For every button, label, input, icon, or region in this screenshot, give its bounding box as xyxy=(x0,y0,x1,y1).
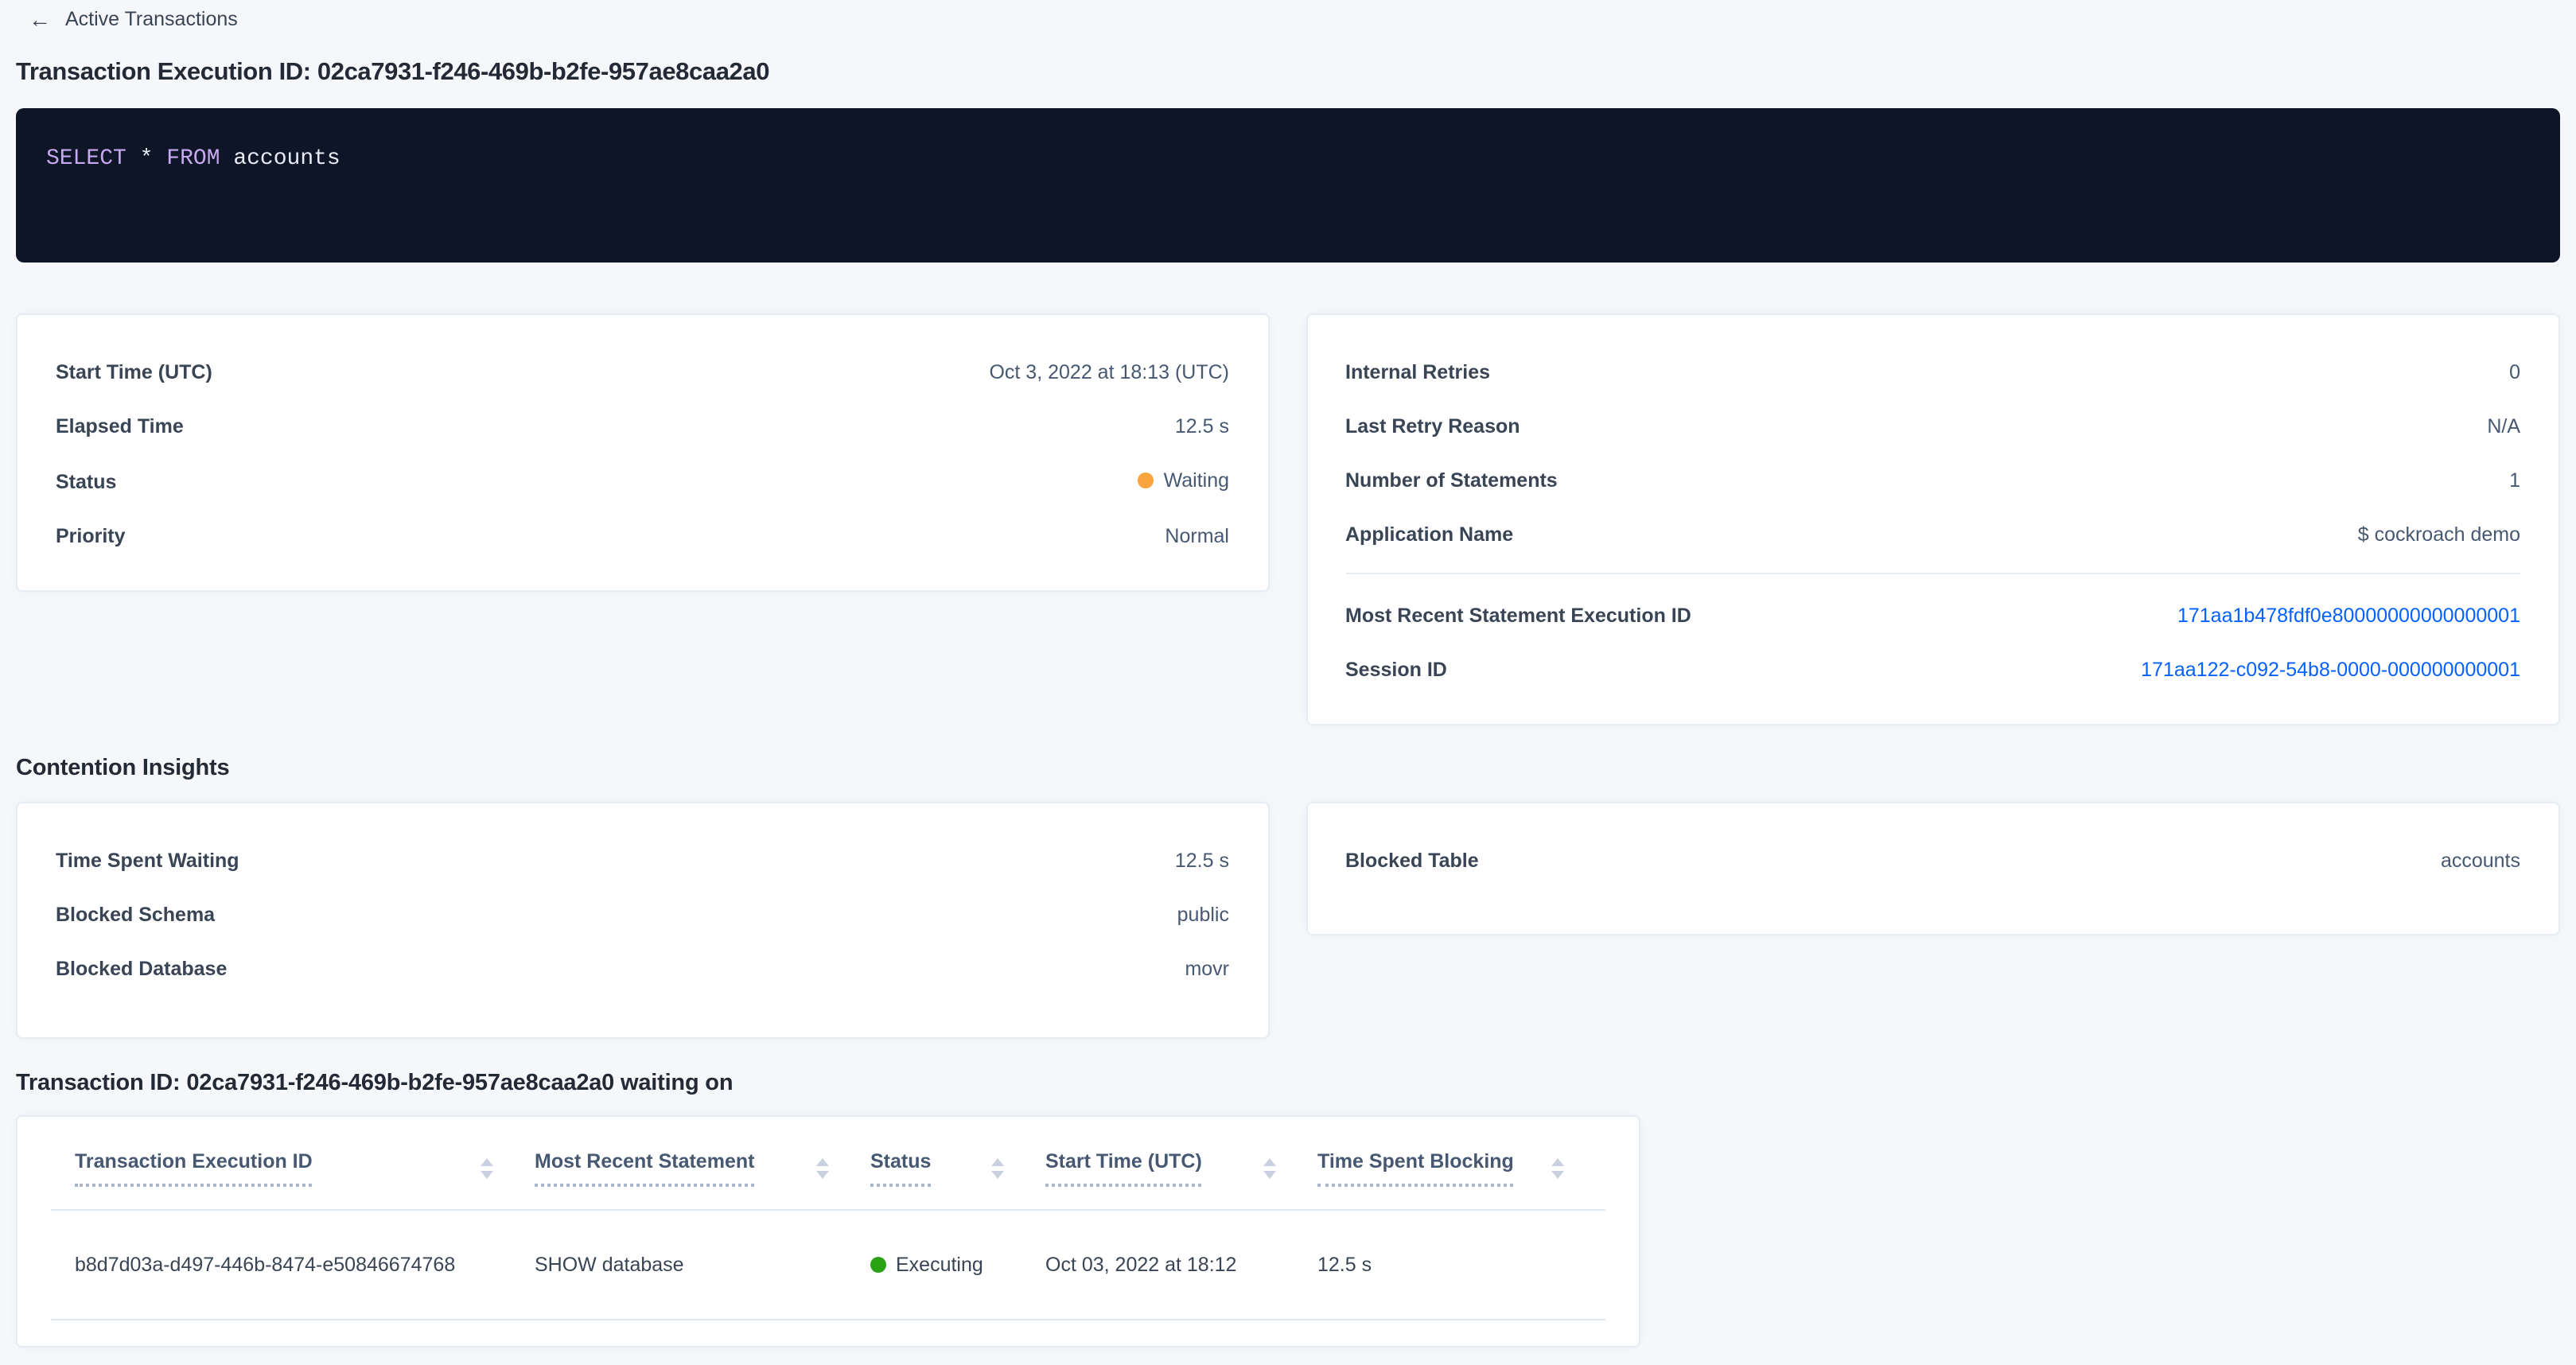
cell-time-spent-blocking: 12.5 s xyxy=(1317,1254,1605,1276)
summary-row-elapsed-time: Elapsed Time 12.5 s xyxy=(56,410,1229,442)
sort-icon[interactable] xyxy=(1263,1157,1276,1178)
sql-keyword-select: SELECT xyxy=(46,146,126,172)
statement-execution-id-link[interactable]: 171aa1b478fdf0e80000000000000001 xyxy=(2177,605,2520,627)
row-value: Oct 3, 2022 at 18:13 (UTC) xyxy=(989,356,1229,388)
sort-icon[interactable] xyxy=(816,1157,829,1178)
row-label: Priority xyxy=(56,520,126,552)
contention-card-left: Time Spent Waiting 12.5 s Blocked Schema… xyxy=(16,802,1269,1039)
status-text: Executing xyxy=(896,1253,983,1275)
row-label: Elapsed Time xyxy=(56,410,184,442)
transaction-details-page: ← Active Transactions Transaction Execut… xyxy=(0,0,2576,1365)
status-waiting-dot-icon xyxy=(1138,472,1154,488)
row-label: Status xyxy=(56,466,116,498)
column-header-transaction-execution-id[interactable]: Transaction Execution ID xyxy=(51,1149,535,1187)
row-value: $ cockroach demo xyxy=(2358,519,2520,550)
row-label: Blocked Table xyxy=(1345,845,1479,877)
row-label: Most Recent Statement Execution ID xyxy=(1345,600,1691,632)
cell-start-time: Oct 03, 2022 at 18:12 xyxy=(1045,1254,1317,1276)
summary-row-priority: Priority Normal xyxy=(56,520,1229,552)
row-label: Last Retry Reason xyxy=(1345,410,1520,442)
sort-icon[interactable] xyxy=(481,1157,493,1178)
cell-most-recent-statement: SHOW database xyxy=(535,1254,870,1276)
summary-row-application-name: Application Name $ cockroach demo xyxy=(1345,519,2520,550)
status-executing-dot-icon xyxy=(870,1256,886,1272)
row-value: 12.5 s xyxy=(1175,410,1229,442)
page-title: Transaction Execution ID: 02ca7931-f246-… xyxy=(16,57,2560,89)
column-header-most-recent-statement[interactable]: Most Recent Statement xyxy=(535,1149,870,1187)
row-label: Start Time (UTC) xyxy=(56,356,212,388)
cell-transaction-execution-id: b8d7d03a-d497-446b-8474-e50846674768 xyxy=(51,1254,535,1276)
row-value: movr xyxy=(1185,953,1229,985)
breadcrumb-back-link[interactable]: ← Active Transactions xyxy=(16,6,238,32)
table-header-row: Transaction Execution ID Most Recent Sta… xyxy=(51,1117,1605,1209)
row-label: Internal Retries xyxy=(1345,356,1490,388)
sql-table-name: accounts xyxy=(220,146,340,172)
summary-row-blocked-table: Blocked Table accounts xyxy=(1345,845,2520,877)
row-label: Blocked Database xyxy=(56,953,227,985)
row-label: Application Name xyxy=(1345,519,1513,550)
row-label: Blocked Schema xyxy=(56,899,215,931)
overview-card-left: Start Time (UTC) Oct 3, 2022 at 18:13 (U… xyxy=(16,313,1269,592)
column-header-time-spent-blocking[interactable]: Time Spent Blocking xyxy=(1317,1149,1605,1187)
column-header-status[interactable]: Status xyxy=(870,1149,1045,1187)
sort-icon[interactable] xyxy=(991,1157,1004,1178)
waiting-on-heading: Transaction ID: 02ca7931-f246-469b-b2fe-… xyxy=(16,1069,2560,1098)
row-value: 1 xyxy=(2509,465,2520,496)
cell-status: Executing xyxy=(870,1253,1045,1277)
sql-statement-box: SELECT * FROM accounts xyxy=(16,108,2560,262)
row-label: Session ID xyxy=(1345,654,1447,686)
summary-row-number-of-statements: Number of Statements 1 xyxy=(1345,465,2520,496)
row-value: N/A xyxy=(2487,410,2520,442)
summary-row-blocked-database: Blocked Database movr xyxy=(56,953,1229,985)
row-label: Time Spent Waiting xyxy=(56,845,239,877)
back-arrow-icon: ← xyxy=(29,8,51,30)
row-value: public xyxy=(1177,899,1229,931)
row-value: Normal xyxy=(1165,520,1229,552)
contention-cards-row: Time Spent Waiting 12.5 s Blocked Schema… xyxy=(16,802,2560,1039)
row-value: 12.5 s xyxy=(1175,845,1229,877)
sql-keyword-from: FROM xyxy=(166,146,220,172)
summary-row-internal-retries: Internal Retries 0 xyxy=(1345,356,2520,388)
row-label: Number of Statements xyxy=(1345,465,1558,496)
overview-cards-row: Start Time (UTC) Oct 3, 2022 at 18:13 (U… xyxy=(16,313,2560,725)
breadcrumb-label: Active Transactions xyxy=(65,6,238,32)
contention-card-right: Blocked Table accounts xyxy=(1306,802,2560,935)
summary-row-blocked-schema: Blocked Schema public xyxy=(56,899,1229,931)
summary-row-status: Status Waiting xyxy=(56,465,1229,498)
contention-insights-heading: Contention Insights xyxy=(16,754,2560,783)
card-divider xyxy=(1345,573,2520,574)
overview-card-right: Internal Retries 0 Last Retry Reason N/A… xyxy=(1306,313,2560,725)
row-value: 0 xyxy=(2509,356,2520,388)
summary-row-time-spent-waiting: Time Spent Waiting 12.5 s xyxy=(56,845,1229,877)
sort-icon[interactable] xyxy=(1551,1157,1564,1178)
summary-row-session-id: Session ID 171aa122-c092-54b8-0000-00000… xyxy=(1345,654,2520,686)
sql-star: * xyxy=(126,146,166,172)
summary-row-start-time: Start Time (UTC) Oct 3, 2022 at 18:13 (U… xyxy=(56,356,1229,388)
summary-row-last-retry-reason: Last Retry Reason N/A xyxy=(1345,410,2520,442)
table-row: b8d7d03a-d497-446b-8474-e50846674768 SHO… xyxy=(51,1209,1605,1320)
column-header-start-time[interactable]: Start Time (UTC) xyxy=(1045,1149,1317,1187)
summary-row-most-recent-stmt-exec-id: Most Recent Statement Execution ID 171aa… xyxy=(1345,600,2520,632)
row-value: accounts xyxy=(2441,845,2520,877)
waiting-on-table: Transaction Execution ID Most Recent Sta… xyxy=(51,1117,1605,1320)
waiting-on-table-card: Transaction Execution ID Most Recent Sta… xyxy=(16,1115,1640,1348)
status-badge: Waiting xyxy=(1138,465,1229,496)
status-text: Waiting xyxy=(1164,465,1229,496)
session-id-link[interactable]: 171aa122-c092-54b8-0000-000000000001 xyxy=(2141,659,2520,681)
